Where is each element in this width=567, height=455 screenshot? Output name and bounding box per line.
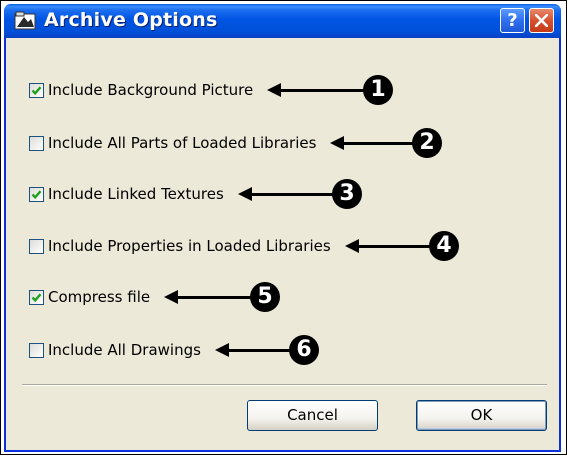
checkmark-icon [31,189,42,199]
option-checkbox[interactable] [29,342,44,358]
option-checkbox[interactable] [29,289,44,305]
annotation-arrow: 1 [267,75,393,105]
app-icon [14,11,36,31]
close-button[interactable] [529,8,554,33]
annotation-arrow: 3 [238,179,362,209]
arrow-line [246,193,334,196]
option-label: Compress file [48,288,151,306]
separator [22,384,547,386]
option-label: Include All Parts of Loaded Libraries [48,134,317,152]
help-button[interactable]: ? [500,8,525,33]
window-title: Archive Options [44,9,218,31]
number-badge: 5 [250,282,280,312]
annotation-arrow: 2 [330,128,442,158]
option-checkbox[interactable] [29,82,44,98]
option-label: Include All Drawings [48,341,201,359]
help-icon: ? [507,10,518,31]
title-bar[interactable]: Archive Options ? [4,4,561,38]
arrow-line [275,89,365,92]
number-badge: 6 [289,335,319,365]
option-checkbox[interactable] [29,186,44,202]
number-badge: 3 [332,179,362,209]
ok-button[interactable]: OK [416,400,547,431]
option-row[interactable]: Compress file [29,286,150,308]
option-row[interactable]: Include Background Picture [29,79,253,101]
annotation-arrow: 5 [164,282,280,312]
option-row[interactable]: Include All Parts of Loaded Libraries [29,132,316,154]
cancel-button[interactable]: Cancel [247,400,378,431]
annotation-arrow: 6 [215,335,319,365]
arrow-line [353,245,431,248]
option-row[interactable]: Include Linked Textures [29,183,224,205]
number-badge: 4 [429,231,459,261]
option-checkbox[interactable] [29,238,44,254]
option-label: Include Background Picture [48,81,254,99]
option-checkbox[interactable] [29,135,44,151]
screenshot-frame: Archive Options ? Include Background Pic… [0,0,567,455]
option-row[interactable]: Include Properties in Loaded Libraries [29,235,331,257]
annotation-arrow: 4 [345,231,459,261]
arrow-line [172,296,252,299]
option-row[interactable]: Include All Drawings [29,339,201,361]
checkmark-icon [31,85,42,95]
number-badge: 1 [363,75,393,105]
option-label: Include Properties in Loaded Libraries [48,237,331,255]
number-badge: 2 [412,128,442,158]
arrow-line [338,142,414,145]
arrow-line [223,349,291,352]
archive-options-dialog: Archive Options ? Include Background Pic… [4,4,561,452]
checkmark-icon [31,292,42,302]
close-icon [535,14,548,27]
option-label: Include Linked Textures [48,185,224,203]
